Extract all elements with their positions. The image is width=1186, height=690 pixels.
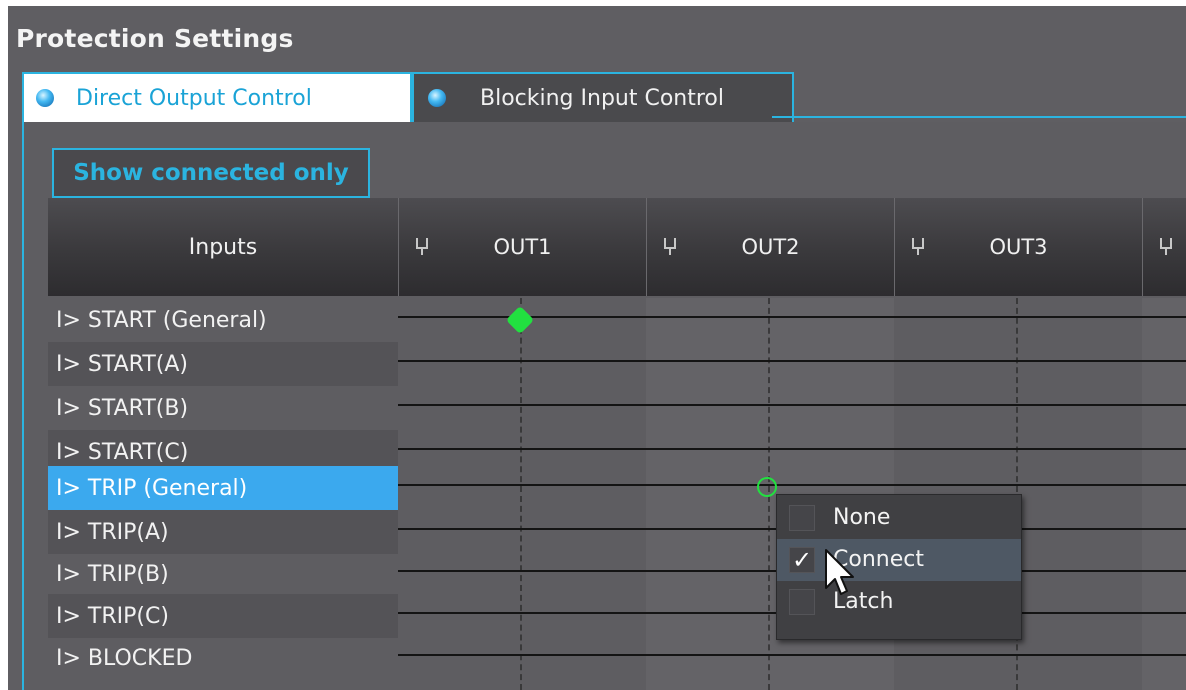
- row-label[interactable]: I> START (General): [48, 298, 398, 342]
- menu-item-latch[interactable]: Latch: [777, 581, 1021, 623]
- menu-item-none[interactable]: None: [777, 497, 1021, 539]
- row-label[interactable]: I> START(B): [48, 386, 398, 430]
- table-row: I> START(B): [48, 386, 1186, 430]
- row-label[interactable]: I> TRIP (General): [48, 466, 398, 510]
- panel-title: Protection Settings: [16, 24, 294, 53]
- column-header-label: OUT2: [741, 235, 800, 259]
- menu-item-connect[interactable]: ✓ Connect: [777, 539, 1021, 581]
- mouse-pointer-icon: [825, 549, 854, 595]
- column-header-label: OUT1: [493, 235, 552, 259]
- row-signal-line[interactable]: [398, 360, 1186, 362]
- column-header-out1[interactable]: OUT1: [398, 198, 646, 296]
- row-label[interactable]: I> TRIP(B): [48, 552, 398, 596]
- pending-connection-marker[interactable]: [757, 477, 777, 497]
- status-orb-icon: [428, 89, 446, 107]
- fork-icon: [1160, 238, 1172, 255]
- row-signal-line[interactable]: [398, 448, 1186, 450]
- menu-item-label: None: [833, 505, 891, 530]
- show-connected-only-button[interactable]: Show connected only: [52, 148, 370, 198]
- tab-bar-divider: [772, 116, 1186, 118]
- checkbox[interactable]: [789, 589, 815, 615]
- row-signal-line[interactable]: [398, 654, 1186, 656]
- row-label[interactable]: I> TRIP(A): [48, 510, 398, 554]
- column-header-out2[interactable]: OUT2: [646, 198, 894, 296]
- table-row: I> START (General): [48, 298, 1186, 342]
- tab-bar: Direct Output Control Blocking Input Con…: [22, 72, 1186, 122]
- tab-label: Direct Output Control: [76, 85, 312, 111]
- tab-label: Blocking Input Control: [480, 85, 724, 111]
- table-row: I> START(A): [48, 342, 1186, 386]
- grid-header: Inputs OUT1 OUT2 OUT3: [48, 198, 1186, 296]
- tab-direct-output-control[interactable]: Direct Output Control: [22, 72, 412, 122]
- column-header-out3[interactable]: OUT3: [894, 198, 1142, 296]
- checkmark-icon[interactable]: ✓: [789, 547, 815, 573]
- column-header-inputs: Inputs: [48, 198, 398, 296]
- row-label[interactable]: I> BLOCKED: [48, 636, 398, 680]
- row-signal-line[interactable]: [398, 404, 1186, 406]
- connection-context-menu: None ✓ Connect Latch: [776, 494, 1022, 640]
- checkbox[interactable]: [789, 505, 815, 531]
- row-label[interactable]: I> START(A): [48, 342, 398, 386]
- status-orb-icon: [36, 89, 54, 107]
- column-header-label: OUT3: [989, 235, 1048, 259]
- tab-blocking-input-control[interactable]: Blocking Input Control: [412, 72, 794, 122]
- row-label[interactable]: I> TRIP(C): [48, 594, 398, 638]
- row-signal-line[interactable]: [398, 484, 1186, 486]
- column-header-label: Inputs: [188, 234, 258, 260]
- column-header-out4[interactable]: [1142, 198, 1186, 296]
- table-row: I> BLOCKED: [48, 636, 1186, 680]
